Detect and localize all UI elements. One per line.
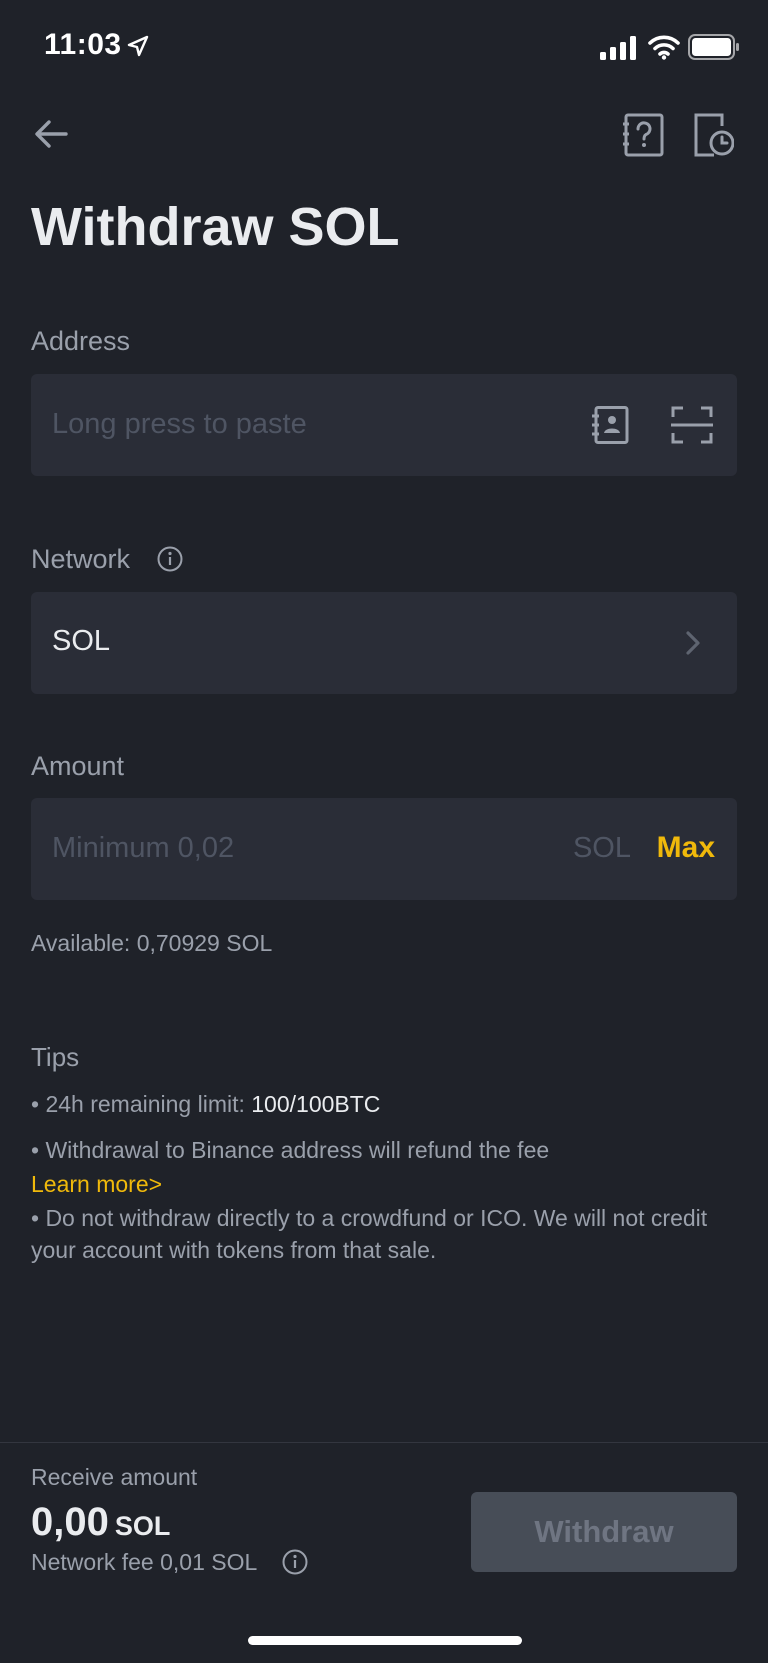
tip-limit: • 24h remaining limit: 100/100BTC bbox=[31, 1088, 731, 1120]
max-button[interactable]: Max bbox=[657, 831, 715, 865]
network-selector[interactable]: SOL bbox=[31, 592, 737, 694]
status-bar: 11:03 bbox=[0, 0, 768, 96]
amount-unit: SOL bbox=[572, 832, 631, 864]
address-label: Address bbox=[31, 326, 131, 356]
amount-placeholder: Minimum 0,02 bbox=[52, 832, 235, 864]
receive-amount-value: 0,00 bbox=[31, 1500, 109, 1544]
address-input[interactable]: Long press to paste bbox=[31, 374, 737, 476]
tip-limit-value: 100/100BTC bbox=[251, 1091, 381, 1117]
info-icon[interactable] bbox=[157, 546, 183, 572]
signal-icon bbox=[600, 36, 636, 60]
address-placeholder: Long press to paste bbox=[52, 408, 307, 440]
battery-icon bbox=[688, 34, 739, 60]
footer-divider bbox=[0, 1442, 768, 1443]
fee-info-icon[interactable] bbox=[282, 1549, 308, 1575]
available-balance: Available: 0,70929 SOL bbox=[31, 930, 273, 956]
withdraw-screen: 11:03 Withdraw SOL Address Long press to… bbox=[0, 0, 768, 1663]
wifi-icon bbox=[648, 35, 680, 60]
amount-input[interactable]: Minimum 0,02 SOL Max bbox=[31, 798, 737, 900]
tips-title: Tips bbox=[31, 1042, 80, 1072]
location-arrow-icon bbox=[127, 35, 149, 57]
page-title: Withdraw SOL bbox=[31, 197, 400, 257]
amount-label: Amount bbox=[31, 751, 125, 781]
withdraw-button[interactable]: Withdraw bbox=[471, 1492, 737, 1572]
help-icon[interactable] bbox=[622, 112, 666, 158]
home-indicator[interactable] bbox=[248, 1636, 522, 1645]
tip-warning: • Do not withdraw directly to a crowdfun… bbox=[31, 1205, 708, 1263]
network-fee: Network fee 0,01 SOL bbox=[31, 1549, 258, 1575]
learn-more-link[interactable]: Learn more> bbox=[31, 1168, 162, 1200]
receive-amount-label: Receive amount bbox=[31, 1464, 198, 1490]
tip-limit-prefix: • 24h remaining limit: bbox=[31, 1091, 252, 1117]
tip-refund: • Withdrawal to Binance address will ref… bbox=[31, 1137, 550, 1163]
chevron-right-icon bbox=[686, 631, 700, 655]
history-icon[interactable] bbox=[692, 112, 734, 158]
status-time: 11:03 bbox=[44, 28, 122, 61]
receive-amount-unit: SOL bbox=[114, 1511, 171, 1541]
address-book-icon[interactable] bbox=[591, 406, 629, 444]
back-arrow-icon[interactable] bbox=[30, 112, 74, 156]
network-value: SOL bbox=[52, 625, 111, 657]
scan-icon[interactable] bbox=[671, 406, 713, 444]
network-label: Network bbox=[31, 544, 131, 574]
receive-amount: 0,00 SOL bbox=[31, 1500, 170, 1545]
